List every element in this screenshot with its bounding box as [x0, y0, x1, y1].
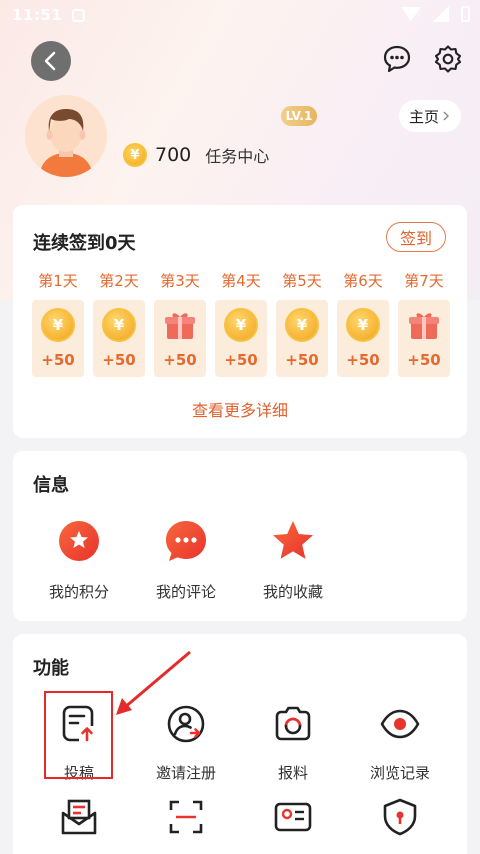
browse-history-label: 浏览记录 — [369, 764, 430, 782]
my-favorites-item[interactable]: 我的收藏 — [248, 519, 338, 602]
day-reward: +50 — [346, 351, 380, 369]
shield-icon — [383, 798, 417, 836]
day-label: 第6天 — [343, 272, 383, 290]
checkin-day-1: 第1天 ¥ +50 — [32, 270, 84, 377]
status-time: 11:51 — [12, 6, 63, 24]
invite-register-label: 邀请注册 — [155, 764, 216, 782]
coin-icon: ¥ — [41, 308, 75, 342]
checkin-card: 连续签到0天 签到 第1天 ¥ +50 第2天 ¥ +50 第3天 +50 第4… — [13, 205, 467, 438]
day-reward: +50 — [102, 351, 136, 369]
coin-icon: ¥ — [285, 308, 319, 342]
avatar-illustration — [25, 95, 107, 177]
notification-icon — [72, 9, 85, 22]
avatar[interactable] — [25, 95, 107, 177]
my-points-item[interactable]: 我的积分 — [34, 519, 124, 602]
checkin-day-4: 第4天 ¥ +50 — [215, 270, 267, 377]
chevron-right-icon — [443, 111, 449, 121]
back-button[interactable] — [31, 41, 71, 81]
day-reward: +50 — [41, 351, 75, 369]
day-reward-box: +50 — [398, 300, 450, 377]
message-bubble-icon — [383, 45, 411, 73]
day-reward-box: +50 — [154, 300, 206, 377]
gear-icon — [434, 45, 462, 73]
checkin-day-6: 第6天 ¥ +50 — [337, 270, 389, 377]
checkin-day-7: 第7天 +50 — [398, 270, 450, 377]
id-card-icon — [274, 802, 312, 832]
day-label: 第4天 — [221, 272, 261, 290]
comment-bubble-icon — [166, 521, 206, 561]
star-badge-icon — [59, 521, 99, 561]
coin-icon: ¥ — [102, 308, 136, 342]
coin-row: ¥ 700 任务中心 — [123, 143, 269, 167]
my-comments-label: 我的评论 — [155, 583, 216, 601]
day-reward-box: ¥ +50 — [276, 300, 328, 377]
checkin-day-5: 第5天 ¥ +50 — [276, 270, 328, 377]
coin-count: 700 — [155, 144, 192, 166]
day-label: 第1天 — [38, 272, 78, 290]
day-label: 第5天 — [282, 272, 322, 290]
coin-icon: ¥ — [346, 308, 380, 342]
day-label: 第2天 — [99, 272, 139, 290]
coin-icon: ¥ — [224, 308, 258, 342]
functions-title: 功能 — [33, 658, 69, 679]
message-feedback-item[interactable] — [34, 797, 124, 841]
gift-icon — [165, 313, 195, 339]
battery-icon — [461, 6, 470, 22]
day-reward: +50 — [285, 351, 319, 369]
my-comments-item[interactable]: 我的评论 — [141, 519, 231, 602]
signal-icon — [433, 6, 449, 22]
checkin-title: 连续签到0天 — [33, 233, 136, 254]
home-page-label: 主页 — [408, 107, 439, 126]
messages-button[interactable] — [380, 42, 414, 76]
day-label: 第7天 — [404, 272, 444, 290]
level-badge: LV.1 — [281, 106, 317, 126]
settings-button[interactable] — [431, 42, 465, 76]
day-reward-box: ¥ +50 — [215, 300, 267, 377]
coin-icon: ¥ — [123, 143, 147, 167]
real-name-auth-item[interactable] — [248, 797, 338, 841]
day-reward-box: ¥ +50 — [93, 300, 145, 377]
task-center-link[interactable]: 任务中心 — [205, 143, 269, 167]
checkin-day-3: 第3天 +50 — [154, 270, 206, 377]
status-bar: 11:51 — [0, 0, 480, 32]
day-label: 第3天 — [160, 272, 200, 290]
back-arrow-icon — [44, 51, 56, 71]
eye-icon — [380, 709, 420, 739]
view-more-link[interactable]: 查看更多详细 — [13, 397, 467, 421]
day-reward-box: ¥ +50 — [337, 300, 389, 377]
day-reward: +50 — [407, 351, 441, 369]
checkin-button[interactable]: 签到 — [386, 222, 446, 252]
day-reward: +50 — [224, 351, 258, 369]
day-reward: +50 — [163, 351, 197, 369]
envelope-icon — [61, 799, 97, 835]
my-points-label: 我的积分 — [48, 583, 109, 601]
day-reward-box: ¥ +50 — [32, 300, 84, 377]
scan-icon — [169, 800, 203, 834]
report-news-label: 报料 — [277, 764, 308, 782]
privacy-policy-item[interactable] — [355, 797, 445, 841]
gift-icon — [409, 313, 439, 339]
home-page-button[interactable]: 主页 — [399, 100, 461, 132]
info-title: 信息 — [33, 475, 69, 496]
checkin-day-2: 第2天 ¥ +50 — [93, 270, 145, 377]
star-icon — [273, 521, 313, 559]
scan-item[interactable] — [141, 797, 231, 841]
my-favorites-label: 我的收藏 — [262, 583, 323, 601]
camera-icon — [275, 706, 311, 741]
highlight-box — [44, 691, 113, 779]
info-card: 信息 我的积分 我的评论 我的收藏 — [13, 451, 467, 621]
wifi-icon — [401, 7, 421, 21]
browse-history-item[interactable]: 浏览记录 — [355, 704, 445, 783]
report-news-item[interactable]: 报料 — [248, 704, 338, 783]
annotation-arrow — [116, 650, 191, 715]
